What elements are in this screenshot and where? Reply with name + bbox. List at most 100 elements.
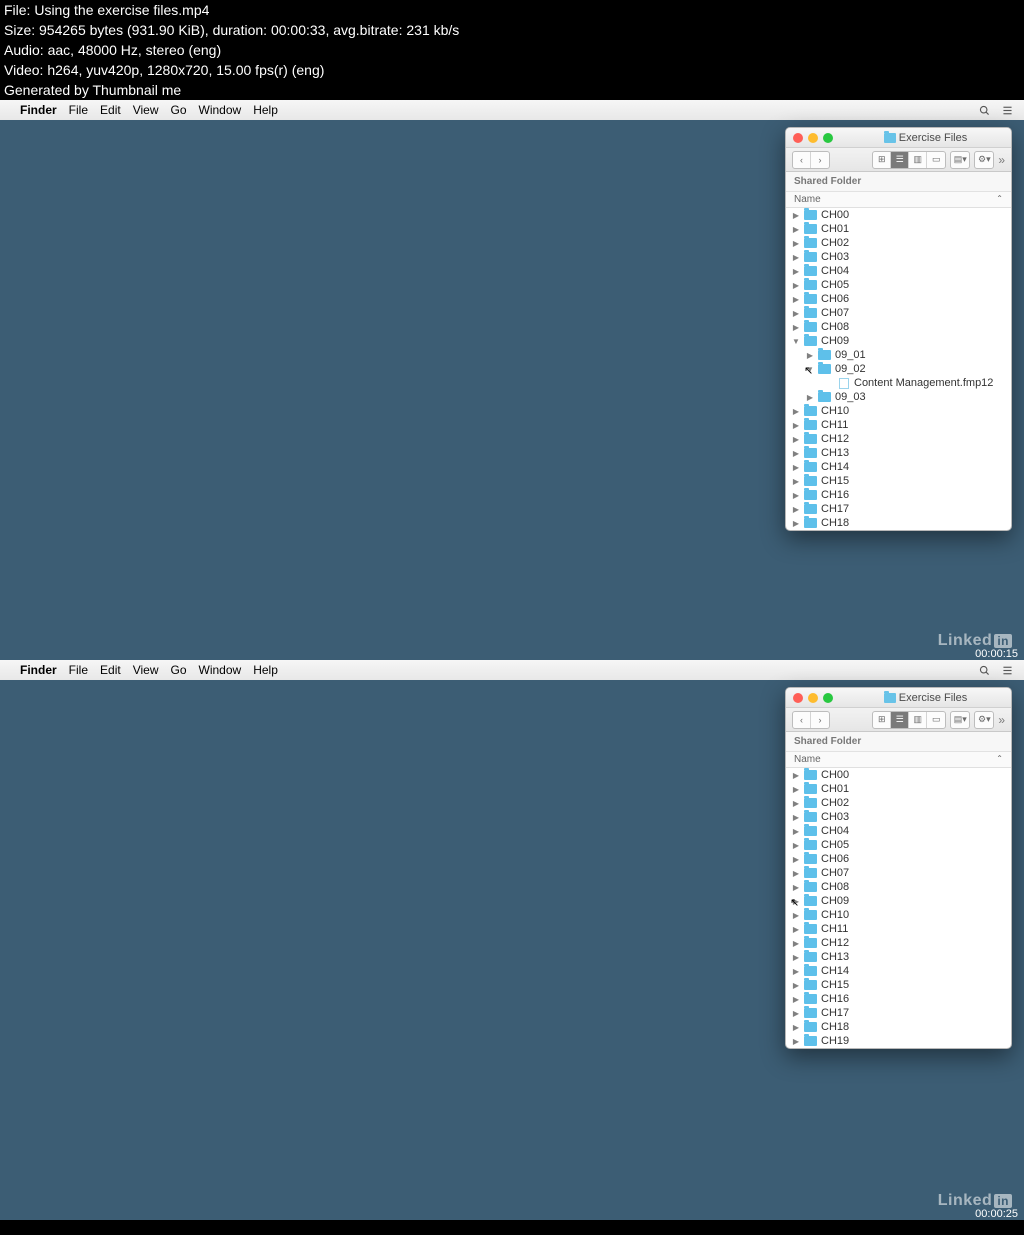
folder-row[interactable]: ▶CH06 <box>786 852 1011 866</box>
folder-row[interactable]: ▶CH13 <box>786 446 1011 460</box>
disclosure-triangle-icon[interactable]: ▶ <box>792 939 800 948</box>
menu-go[interactable]: Go <box>171 663 187 677</box>
minimize-button[interactable] <box>808 693 818 703</box>
app-menu[interactable]: Finder <box>20 103 57 117</box>
folder-row[interactable]: ▶CH08 <box>786 880 1011 894</box>
view-gallery-button[interactable]: ▭ <box>927 712 945 728</box>
disclosure-triangle-icon[interactable]: ▶ <box>792 491 800 500</box>
folder-row[interactable]: ▶CH07 <box>786 866 1011 880</box>
close-button[interactable] <box>793 693 803 703</box>
view-list-button[interactable]: ☰ <box>891 712 909 728</box>
disclosure-triangle-icon[interactable]: ▶ <box>792 267 800 276</box>
menu-window[interactable]: Window <box>199 663 242 677</box>
disclosure-triangle-icon[interactable]: ▶ <box>806 393 814 402</box>
menu-help[interactable]: Help <box>253 663 278 677</box>
folder-row[interactable]: ▶CH00 <box>786 768 1011 782</box>
folder-row[interactable]: ▶CH12 <box>786 936 1011 950</box>
folder-row[interactable]: ▶CH03 <box>786 250 1011 264</box>
view-columns-button[interactable]: ▥ <box>909 152 927 168</box>
folder-row[interactable]: ▶CH02 <box>786 796 1011 810</box>
menu-list-icon[interactable] <box>1001 664 1014 677</box>
folder-row[interactable]: ▶CH02 <box>786 236 1011 250</box>
folder-row[interactable]: ▶CH07 <box>786 306 1011 320</box>
folder-row[interactable]: ▶CH03 <box>786 810 1011 824</box>
forward-button[interactable]: › <box>811 712 829 728</box>
menu-edit[interactable]: Edit <box>100 103 121 117</box>
column-header[interactable]: Name⌃ <box>786 752 1011 768</box>
disclosure-triangle-icon[interactable]: ▶ <box>792 967 800 976</box>
folder-row[interactable]: ▶CH10 <box>786 404 1011 418</box>
disclosure-triangle-icon[interactable]: ▶ <box>792 1023 800 1032</box>
view-list-button[interactable]: ☰ <box>891 152 909 168</box>
disclosure-triangle-icon[interactable]: ▶ <box>792 323 800 332</box>
folder-row[interactable]: ▶CH17 <box>786 502 1011 516</box>
menu-list-icon[interactable] <box>1001 104 1014 117</box>
menu-edit[interactable]: Edit <box>100 663 121 677</box>
disclosure-triangle-icon[interactable]: ▶ <box>792 1009 800 1018</box>
disclosure-triangle-icon[interactable]: ▶ <box>792 785 800 794</box>
zoom-button[interactable] <box>823 133 833 143</box>
menu-window[interactable]: Window <box>199 103 242 117</box>
folder-row[interactable]: ▶CH04 <box>786 824 1011 838</box>
disclosure-triangle-icon[interactable]: ▶ <box>792 309 800 318</box>
file-row[interactable]: Content Management.fmp12 <box>786 376 1011 390</box>
window-titlebar[interactable]: Exercise Files <box>786 688 1011 708</box>
action-button[interactable]: ⚙▾ <box>975 152 993 168</box>
spotlight-icon[interactable] <box>978 104 991 117</box>
disclosure-triangle-icon[interactable]: ▶ <box>792 827 800 836</box>
folder-row[interactable]: ▶CH16 <box>786 488 1011 502</box>
folder-row[interactable]: ▶CH17 <box>786 1006 1011 1020</box>
disclosure-triangle-icon[interactable]: ▶ <box>792 813 800 822</box>
disclosure-triangle-icon[interactable]: ▶ <box>792 953 800 962</box>
action-button[interactable]: ⚙▾ <box>975 712 993 728</box>
back-button[interactable]: ‹ <box>793 712 811 728</box>
disclosure-triangle-icon[interactable]: ▶ <box>792 1037 800 1046</box>
folder-row[interactable]: ▶CH15 <box>786 474 1011 488</box>
folder-row[interactable]: ▶CH10 <box>786 908 1011 922</box>
arrange-button[interactable]: ▤▾ <box>951 712 969 728</box>
toolbar-overflow[interactable]: » <box>998 153 1005 167</box>
disclosure-triangle-icon[interactable]: ▶ <box>792 841 800 850</box>
folder-row[interactable]: ▶CH09↖ <box>786 894 1011 908</box>
folder-row[interactable]: ▶CH01 <box>786 222 1011 236</box>
disclosure-triangle-icon[interactable]: ▶ <box>792 925 800 934</box>
folder-row[interactable]: ▶CH16 <box>786 992 1011 1006</box>
disclosure-triangle-icon[interactable]: ▶ <box>792 855 800 864</box>
folder-row[interactable]: ▶CH00 <box>786 208 1011 222</box>
disclosure-triangle-icon[interactable]: ▶ <box>792 477 800 486</box>
disclosure-triangle-icon[interactable]: ▶ <box>792 981 800 990</box>
toolbar-overflow[interactable]: » <box>998 713 1005 727</box>
close-button[interactable] <box>793 133 803 143</box>
arrange-button[interactable]: ▤▾ <box>951 152 969 168</box>
folder-row[interactable]: ▶CH18 <box>786 1020 1011 1034</box>
folder-row[interactable]: ▼CH09 <box>786 334 1011 348</box>
disclosure-triangle-icon[interactable]: ▶ <box>792 449 800 458</box>
disclosure-triangle-icon[interactable]: ▶ <box>792 505 800 514</box>
disclosure-triangle-icon[interactable]: ▶ <box>792 883 800 892</box>
menu-view[interactable]: View <box>133 663 159 677</box>
view-gallery-button[interactable]: ▭ <box>927 152 945 168</box>
disclosure-triangle-icon[interactable]: ▶ <box>792 519 800 528</box>
folder-row[interactable]: ▶CH05 <box>786 838 1011 852</box>
folder-row[interactable]: ▶09_01 <box>786 348 1011 362</box>
disclosure-triangle-icon[interactable]: ▶ <box>792 253 800 262</box>
disclosure-triangle-icon[interactable]: ▶ <box>792 295 800 304</box>
folder-row[interactable]: ▶CH12 <box>786 432 1011 446</box>
view-icons-button[interactable]: ⊞ <box>873 712 891 728</box>
disclosure-triangle-icon[interactable]: ▶ <box>792 771 800 780</box>
menu-help[interactable]: Help <box>253 103 278 117</box>
disclosure-triangle-icon[interactable]: ▶ <box>792 995 800 1004</box>
folder-row[interactable]: ▶CH01 <box>786 782 1011 796</box>
forward-button[interactable]: › <box>811 152 829 168</box>
folder-row[interactable]: ▶CH19 <box>786 1034 1011 1048</box>
menu-file[interactable]: File <box>69 663 88 677</box>
disclosure-triangle-icon[interactable]: ▶ <box>792 281 800 290</box>
folder-row[interactable]: ▶CH11 <box>786 922 1011 936</box>
folder-row[interactable]: ▶CH11 <box>786 418 1011 432</box>
folder-row[interactable]: ▶CH13 <box>786 950 1011 964</box>
disclosure-triangle-icon[interactable]: ▶ <box>792 869 800 878</box>
disclosure-triangle-icon[interactable]: ▶ <box>806 351 814 360</box>
folder-row[interactable]: ▶09_03 <box>786 390 1011 404</box>
menu-view[interactable]: View <box>133 103 159 117</box>
view-columns-button[interactable]: ▥ <box>909 712 927 728</box>
